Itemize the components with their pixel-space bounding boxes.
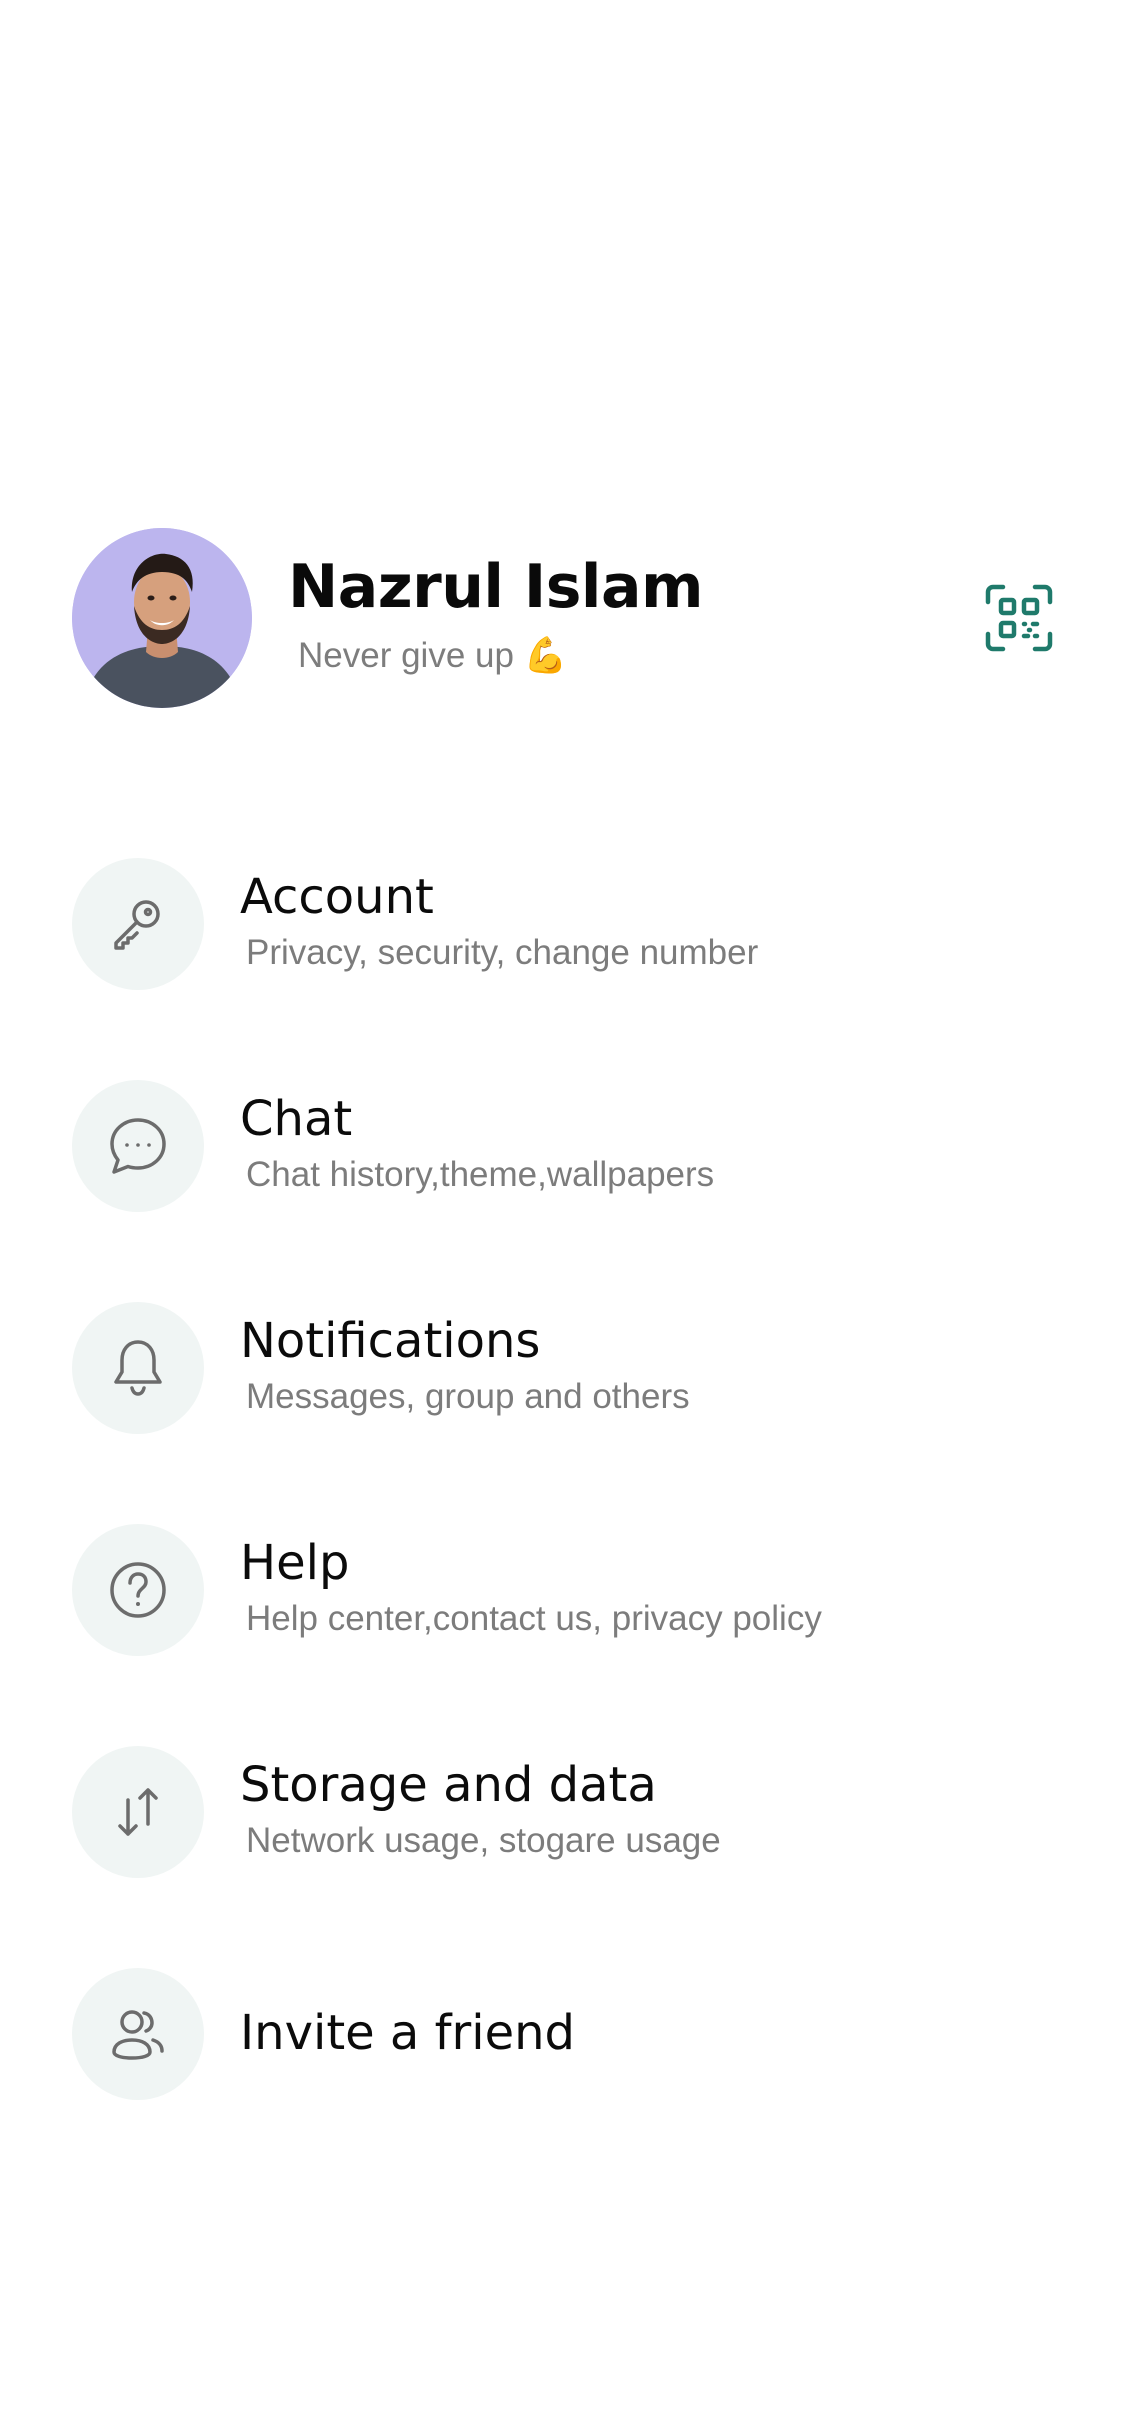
menu-item-subtitle: Privacy, security, change number xyxy=(246,933,759,972)
menu-item-help[interactable]: Help Help center,contact us, privacy pol… xyxy=(72,1524,1053,1656)
bell-icon xyxy=(72,1302,204,1434)
menu-item-notifications[interactable]: Notifications Messages, group and others xyxy=(72,1302,1053,1434)
menu-item-title: Chat xyxy=(240,1091,353,1147)
menu-item-title: Account xyxy=(240,869,434,925)
menu-item-storage[interactable]: Storage and data Network usage, stogare … xyxy=(72,1746,1053,1878)
menu-item-subtitle: Messages, group and others xyxy=(246,1377,690,1416)
profile-status: Never give up 💪 xyxy=(298,636,568,675)
menu-item-title: Help xyxy=(240,1535,350,1591)
invite-users-icon xyxy=(72,1968,204,2100)
key-icon xyxy=(72,858,204,990)
menu-item-subtitle: Chat history,theme,wallpapers xyxy=(246,1155,715,1194)
menu-item-subtitle: Help center,contact us, privacy policy xyxy=(246,1599,822,1638)
qr-code-icon[interactable] xyxy=(985,584,1053,652)
menu-item-title: Storage and data xyxy=(240,1757,657,1813)
menu-item-title: Notifications xyxy=(240,1313,541,1369)
menu-item-account[interactable]: Account Privacy, security, change number xyxy=(72,858,1053,990)
menu-item-title: Invite a friend xyxy=(240,2005,575,2061)
avatar[interactable] xyxy=(72,528,252,708)
storage-arrows-icon xyxy=(72,1746,204,1878)
profile-name: Nazrul Islam xyxy=(288,552,704,622)
menu-item-invite[interactable]: Invite a friend xyxy=(72,1968,1053,2100)
profile-header[interactable]: Nazrul Islam Never give up 💪 xyxy=(72,528,1053,708)
settings-menu: Account Privacy, security, change number… xyxy=(72,858,1053,2190)
chat-bubble-icon xyxy=(72,1080,204,1212)
menu-item-subtitle: Network usage, stogare usage xyxy=(246,1821,721,1860)
menu-item-chat[interactable]: Chat Chat history,theme,wallpapers xyxy=(72,1080,1053,1212)
help-icon xyxy=(72,1524,204,1656)
